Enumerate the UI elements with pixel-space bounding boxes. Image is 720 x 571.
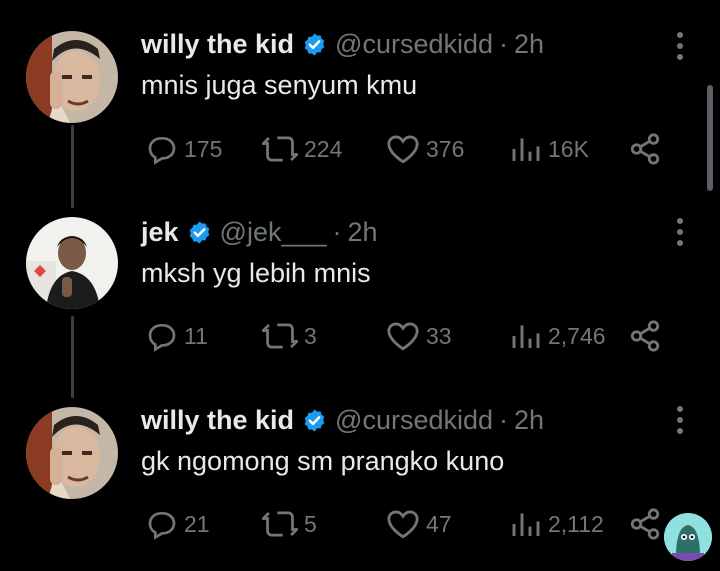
retweet-icon xyxy=(262,508,298,540)
author-name[interactable]: willy the kid xyxy=(141,29,294,60)
more-icon[interactable] xyxy=(674,32,686,60)
views-icon xyxy=(510,508,542,540)
reply-icon xyxy=(146,320,178,352)
like-button[interactable]: 47 xyxy=(386,504,452,544)
reply-count: 11 xyxy=(184,322,208,349)
separator-dot: · xyxy=(499,28,509,59)
reply-icon xyxy=(146,133,178,165)
views-count: 2,112 xyxy=(548,510,604,537)
reply-button[interactable]: 11 xyxy=(146,316,208,356)
timestamp[interactable]: 2h xyxy=(348,217,378,248)
like-icon xyxy=(386,508,420,540)
like-count: 376 xyxy=(426,135,465,162)
share-button[interactable] xyxy=(628,504,662,544)
views-count: 2,746 xyxy=(548,322,606,349)
verified-badge-icon xyxy=(302,408,327,433)
like-button[interactable]: 33 xyxy=(386,316,452,356)
reply-button[interactable]: 21 xyxy=(146,504,210,544)
verified-badge-icon xyxy=(187,220,212,245)
share-icon xyxy=(628,319,662,353)
share-icon xyxy=(628,507,662,541)
retweet-count: 224 xyxy=(304,135,343,162)
like-count: 47 xyxy=(426,510,452,537)
tweet-text: mksh yg lebih mnis xyxy=(141,258,371,288)
reply-count: 175 xyxy=(184,135,223,162)
views-button[interactable]: 2,112 xyxy=(510,504,604,544)
tweet[interactable]: willy the kid @cursedkidd · 2h gk ngomon… xyxy=(0,402,720,571)
retweet-count: 3 xyxy=(304,322,317,349)
verified-badge-icon xyxy=(302,32,327,57)
tweet-header: willy the kid @cursedkidd · 2h xyxy=(141,402,544,438)
tweet-text: mnis juga senyum kmu xyxy=(141,70,418,100)
views-icon xyxy=(510,133,542,165)
retweet-button[interactable]: 224 xyxy=(262,129,342,169)
tweet[interactable]: willy the kid @cursedkidd · 2h mnis juga… xyxy=(0,26,720,196)
more-icon[interactable] xyxy=(674,406,686,434)
author-handle[interactable]: @cursedkidd xyxy=(335,405,493,436)
like-icon xyxy=(386,133,420,165)
tweet-actions: 21 5 47 2,112 xyxy=(0,504,720,544)
reply-button[interactable]: 175 xyxy=(146,129,222,169)
tweet-text: gk ngomong sm prangko kuno xyxy=(141,446,505,476)
author-name[interactable]: willy the kid xyxy=(141,405,294,436)
mascot-sticker-icon xyxy=(664,513,712,561)
author-name[interactable]: jek xyxy=(141,217,179,248)
timestamp[interactable]: 2h xyxy=(514,29,544,60)
tweet-header: willy the kid @cursedkidd · 2h xyxy=(141,26,544,62)
like-count: 33 xyxy=(426,322,452,349)
retweet-button[interactable]: 5 xyxy=(262,504,317,544)
author-handle[interactable]: @cursedkidd xyxy=(335,29,493,60)
views-button[interactable]: 16K xyxy=(510,129,589,169)
share-button[interactable] xyxy=(628,316,662,356)
reply-icon xyxy=(146,508,178,540)
views-icon xyxy=(510,320,542,352)
views-count: 16K xyxy=(548,135,589,162)
tweet[interactable]: jek @jek___ · 2h mksh yg lebih mnis 11 3… xyxy=(0,214,720,384)
tweet-actions: 11 3 33 2,746 xyxy=(0,316,720,356)
tweet-header: jek @jek___ · 2h xyxy=(141,214,378,250)
more-icon[interactable] xyxy=(674,218,686,246)
retweet-button[interactable]: 3 xyxy=(262,316,317,356)
avatar[interactable] xyxy=(26,407,118,499)
separator-dot: · xyxy=(499,404,509,435)
avatar[interactable] xyxy=(26,217,118,309)
separator-dot: · xyxy=(332,216,342,247)
share-button[interactable] xyxy=(628,129,662,169)
author-handle[interactable]: @jek___ xyxy=(220,217,327,248)
retweet-icon xyxy=(262,133,298,165)
tweet-actions: 175 224 376 16K xyxy=(0,129,720,169)
like-button[interactable]: 376 xyxy=(386,129,464,169)
share-icon xyxy=(628,132,662,166)
retweet-icon xyxy=(262,320,298,352)
retweet-count: 5 xyxy=(304,510,317,537)
like-icon xyxy=(386,320,420,352)
avatar[interactable] xyxy=(26,31,118,123)
reply-count: 21 xyxy=(184,510,210,537)
timestamp[interactable]: 2h xyxy=(514,405,544,436)
views-button[interactable]: 2,746 xyxy=(510,316,606,356)
